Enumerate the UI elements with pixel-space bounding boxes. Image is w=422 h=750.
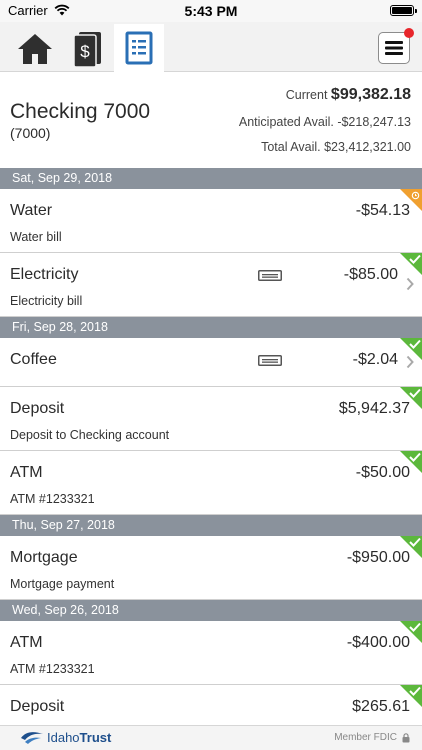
transaction-title: Water	[10, 202, 53, 219]
transaction-row[interactable]: Water Water bill -$54.13	[0, 189, 422, 253]
transaction-row[interactable]: Coffee -$2.04	[0, 338, 422, 387]
date-header: Thu, Sep 27, 2018	[0, 515, 422, 536]
pending-clock-icon	[400, 189, 422, 211]
transaction-title: Deposit	[10, 698, 65, 715]
transaction-subtitle: ATM #1233321	[10, 662, 95, 676]
top-nav-bar: $	[0, 22, 422, 72]
battery-icon	[390, 5, 417, 16]
svg-text:$: $	[80, 42, 90, 61]
date-header: Fri, Sep 28, 2018	[0, 317, 422, 338]
footer-bar: IdahoTrust Member FDIC	[0, 725, 422, 750]
memo-icon	[258, 355, 282, 366]
transaction-subtitle: Electricity bill	[10, 294, 83, 308]
transaction-title: Coffee	[10, 351, 57, 368]
notification-dot	[404, 28, 414, 38]
transaction-title: Deposit	[10, 400, 65, 417]
anticipated-balance: Anticipated Avail. -$218,247.13	[238, 115, 411, 129]
transaction-list[interactable]: Sat, Sep 29, 2018 Water Water bill -$54.…	[0, 168, 422, 725]
cleared-check-icon	[400, 387, 422, 409]
account-summary: Checking 7000 (7000) Current $99,382.18 …	[0, 72, 422, 168]
account-number: (7000)	[10, 125, 51, 141]
cleared-check-icon	[400, 536, 422, 558]
clock-time: 5:43 PM	[184, 3, 238, 19]
brand-name-bold: Trust	[79, 729, 112, 745]
cleared-check-icon	[400, 451, 422, 473]
transaction-title: Mortgage	[10, 549, 78, 566]
money-icon: $	[73, 32, 101, 68]
transaction-subtitle: ATM #1233321	[10, 492, 95, 506]
member-fdic-label: Member FDIC	[334, 732, 397, 743]
transaction-row[interactable]: ATM ATM #1233321 -$400.00	[0, 621, 422, 685]
transaction-title: ATM	[10, 464, 43, 481]
hamburger-icon	[385, 41, 403, 55]
lock-icon	[402, 732, 410, 742]
transaction-row[interactable]: ATM ATM #1233321 -$50.00	[0, 451, 422, 515]
memo-icon	[258, 270, 282, 281]
total-balance: Total Avail. $23,412,321.00	[261, 140, 411, 154]
transaction-title: ATM	[10, 634, 43, 651]
menu-button[interactable]	[378, 28, 414, 64]
current-balance-label: Current	[285, 88, 328, 102]
transaction-row[interactable]: Mortgage Mortgage payment -$950.00	[0, 536, 422, 600]
current-balance: Current $99,382.18	[286, 86, 411, 104]
date-header: Wed, Sep 26, 2018	[0, 600, 422, 621]
tab-statements[interactable]	[114, 24, 164, 72]
transaction-title: Electricity	[10, 266, 79, 283]
brand-name-light: Idaho	[47, 729, 80, 745]
bank-logo-icon	[21, 732, 43, 744]
current-balance-value: $99,382.18	[330, 86, 411, 103]
transaction-row[interactable]: Deposit $265.61	[0, 685, 422, 725]
date-header: Sat, Sep 29, 2018	[0, 168, 422, 189]
transaction-row[interactable]: Deposit Deposit to Checking account $5,9…	[0, 387, 422, 451]
cleared-check-icon	[400, 253, 422, 275]
transaction-subtitle: Deposit to Checking account	[10, 428, 170, 442]
home-icon	[18, 34, 52, 64]
member-fdic: Member FDIC	[334, 732, 410, 743]
document-icon	[125, 31, 153, 65]
transaction-subtitle: Mortgage payment	[10, 577, 115, 591]
cleared-check-icon	[400, 338, 422, 360]
cleared-check-icon	[400, 685, 422, 707]
account-name: Checking 7000	[10, 100, 151, 123]
transaction-row[interactable]: Electricity Electricity bill -$85.00	[0, 253, 422, 317]
tab-money[interactable]: $	[64, 26, 110, 72]
cleared-check-icon	[400, 621, 422, 643]
transaction-amount: -$85.00	[343, 266, 398, 283]
idaho-trust-logo: IdahoTrust	[20, 729, 111, 745]
transaction-amount: -$2.04	[352, 351, 398, 368]
status-bar: Carrier 5:43 PM	[0, 0, 422, 22]
transaction-subtitle: Water bill	[10, 230, 62, 244]
tab-home[interactable]	[12, 26, 58, 72]
chevron-right-icon	[406, 277, 414, 291]
